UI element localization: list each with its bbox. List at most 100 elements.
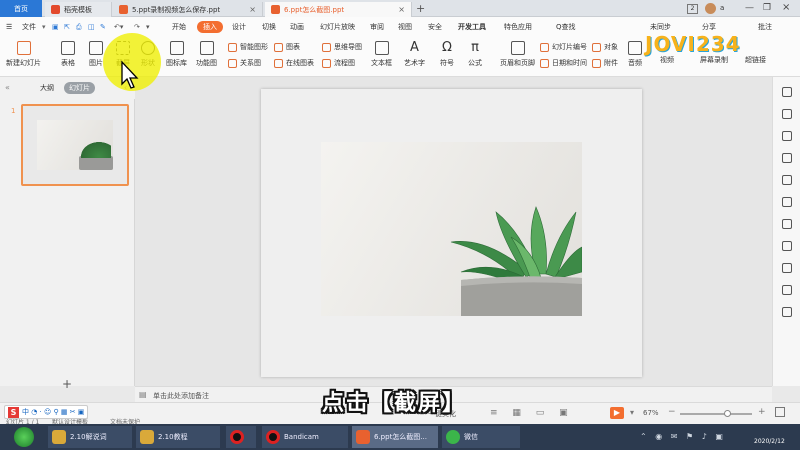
taskbar-item[interactable] (226, 426, 256, 448)
taskbar-item-active[interactable]: 6.ppt怎么截图... (352, 426, 438, 448)
wordart-button[interactable]: A 艺术字 (404, 41, 425, 68)
menu-design[interactable]: 设计 (232, 21, 246, 33)
property-icon[interactable] (782, 109, 792, 119)
textbox-button[interactable]: 文本框 (371, 41, 392, 68)
zoom-level[interactable]: 67% (643, 409, 659, 417)
format-painter-icon[interactable]: ✎ (100, 21, 106, 33)
chart-icon[interactable] (782, 219, 792, 229)
taskbar-item[interactable]: 2.10教程 (136, 426, 220, 448)
header-footer-button[interactable]: 页眉和页脚 (500, 41, 535, 68)
animation-icon[interactable] (782, 175, 792, 185)
slide-number-button[interactable]: 幻灯片编号 (540, 42, 587, 52)
print-icon[interactable]: ⎙ (76, 21, 82, 33)
picture-button[interactable]: 图片 (89, 41, 103, 68)
video-button[interactable]: 视频 (660, 55, 674, 65)
select-icon[interactable] (782, 87, 792, 97)
chevron-down-icon[interactable]: ▾ (42, 21, 46, 33)
symbol-button[interactable]: Ω 符号 (440, 41, 454, 68)
slide-thumbnail[interactable] (21, 104, 129, 186)
table-icon[interactable] (782, 241, 792, 251)
smart-art-button[interactable]: 智能图形 (228, 42, 268, 52)
menu-review[interactable]: 审阅 (370, 21, 384, 33)
zoom-out-button[interactable]: − (668, 407, 676, 417)
settings-icon[interactable] (782, 263, 792, 273)
outline-tab[interactable]: 大纲 (40, 83, 54, 93)
menu-home[interactable]: 开始 (172, 21, 186, 33)
object-button[interactable]: 对象 (592, 42, 618, 52)
start-button[interactable] (14, 427, 34, 447)
view-mode-icons[interactable]: ≡ ▦ ▭ ▣ (490, 408, 574, 418)
menu-security[interactable]: 安全 (428, 21, 442, 33)
formula-button[interactable]: π 公式 (468, 41, 482, 68)
export-icon[interactable]: ⇱ (64, 21, 70, 33)
menu-features[interactable]: 特色应用 (504, 21, 532, 33)
new-tab-button[interactable]: + (416, 2, 425, 15)
menu-slideshow[interactable]: 幻灯片放映 (320, 21, 355, 33)
slide-number: 1 (11, 107, 16, 115)
zoom-in-button[interactable]: + (758, 407, 766, 417)
ribbon-label: 文本框 (371, 59, 392, 67)
menu-developer[interactable]: 开发工具 (458, 21, 486, 33)
ribbon-label: 在线图表 (286, 59, 314, 67)
maximize-icon[interactable]: ❐ (763, 3, 771, 13)
help-icon[interactable] (782, 307, 792, 317)
attachment-button[interactable]: 附件 (592, 58, 618, 68)
slides-tab[interactable]: 幻灯片 (64, 82, 95, 94)
search-box[interactable]: Q查找 (556, 21, 576, 33)
share-icon[interactable] (782, 285, 792, 295)
menu-animation[interactable]: 动画 (290, 21, 304, 33)
zoom-slider-thumb[interactable] (724, 410, 731, 417)
zoom-slider-track[interactable] (680, 410, 752, 417)
menu-insert[interactable]: 插入 (197, 21, 223, 33)
icon-library-button[interactable]: 图标库 (166, 41, 187, 68)
comment-button[interactable]: 批注 (758, 21, 772, 33)
chart-button[interactable]: 图表 (274, 42, 300, 52)
doc-tab-templates[interactable]: 稻壳模板 (45, 2, 112, 17)
chevron-down-icon[interactable]: ▾ (146, 21, 150, 33)
chevron-down-icon[interactable]: ▾ (630, 408, 634, 417)
close-window-icon[interactable]: × (782, 2, 790, 13)
mind-map-button[interactable]: 思维导图 (322, 42, 362, 52)
tray-icons[interactable]: ⌃ ◉ ✉ ⚑ ♪ ▣ (640, 432, 726, 441)
close-icon[interactable]: × (392, 5, 405, 14)
home-tab[interactable]: 首页 (0, 0, 42, 17)
crop-icon[interactable] (782, 197, 792, 207)
design-icon[interactable] (782, 131, 792, 141)
save-icon[interactable]: ▣ (52, 21, 59, 33)
close-icon[interactable]: × (243, 5, 256, 14)
flowchart-button[interactable]: 流程图 (322, 58, 355, 68)
preview-icon[interactable]: ◫ (88, 21, 95, 33)
doc-tab-ppt6-active[interactable]: 6.ppt怎么截图.ppt × (265, 2, 412, 17)
function-chart-button[interactable]: 功能图 (196, 41, 217, 68)
notes-placeholder[interactable]: 单击此处添加备注 (153, 391, 209, 401)
collapse-panel-icon[interactable]: « (5, 83, 10, 92)
fit-window-icon[interactable] (775, 407, 785, 417)
table-button[interactable]: 表格 (61, 41, 75, 68)
avatar[interactable] (705, 3, 716, 14)
hamburger-icon[interactable]: ☰ (6, 21, 12, 33)
taskbar-item[interactable]: 2.10解说词 (48, 426, 132, 448)
minimize-icon[interactable]: — (745, 3, 754, 13)
undo-icon[interactable]: ↶▾ (114, 21, 123, 33)
pen-icon[interactable] (782, 153, 792, 163)
menu-view[interactable]: 视图 (398, 21, 412, 33)
taskbar-item[interactable]: Bandicam (262, 426, 348, 448)
menu-transition[interactable]: 切换 (262, 21, 276, 33)
online-chart-button[interactable]: 在线图表 (274, 58, 314, 68)
user-name: a (720, 4, 725, 12)
hyperlink-button[interactable]: 超链接 (745, 55, 766, 65)
succulent-photo[interactable] (321, 142, 582, 316)
relation-chart-button[interactable]: 关系图 (228, 58, 261, 68)
input-method-bar[interactable]: S 中 ◔ · ☺ ⚲ ▦ ✂ ▣ (4, 405, 89, 419)
date-time-button[interactable]: 日期和时间 (540, 58, 587, 68)
screen-record-button[interactable]: 屏幕录制 (700, 55, 728, 65)
window-count-badge[interactable]: 2 (687, 4, 698, 14)
add-slide-button[interactable]: + (62, 377, 72, 391)
file-menu[interactable]: 文件 (22, 21, 36, 33)
play-slideshow-button[interactable]: ▶ (610, 407, 624, 419)
new-slide-button[interactable]: 新建幻灯片 (6, 41, 41, 68)
taskbar-item[interactable]: 微信 (442, 426, 520, 448)
audio-button[interactable]: 音频 (628, 41, 642, 68)
doc-tab-ppt5[interactable]: 5.ppt录制视频怎么保存.ppt × (113, 2, 263, 17)
redo-icon[interactable]: ↷ (134, 21, 140, 33)
